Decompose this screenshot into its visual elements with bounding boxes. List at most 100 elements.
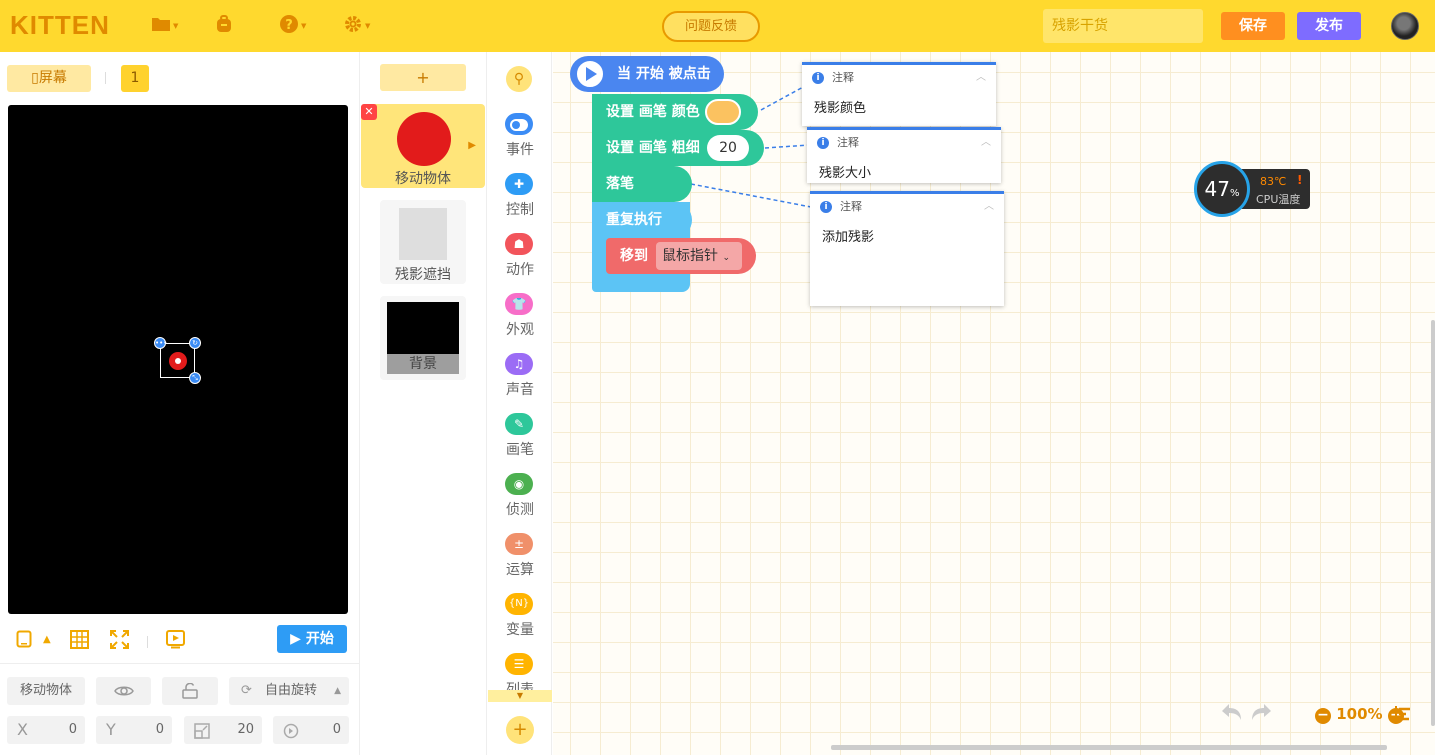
info-icon: i [820,201,832,213]
collapse-icon[interactable]: ︿ [984,194,994,220]
rotate-icon: ⟳ [241,683,252,698]
sprite-props-row: 移动物体 ⟳ 自由旋转 ▲ [0,677,360,705]
project-name-input[interactable]: 残影干货 [1043,9,1203,43]
category-label: 声音 [506,382,534,398]
category-lists[interactable]: ☰ 列表 [488,653,552,693]
save-button[interactable]: 保存 [1221,12,1285,40]
code-workspace[interactable]: 重复执行 移到 鼠标指针 ⌄ 落笔 设置 画笔 粗细 20 设置 画笔 颜色 当… [553,52,1435,755]
comment-text[interactable]: 残影颜色 [802,91,996,122]
rotation-mode-select[interactable]: ⟳ 自由旋转 ▲ [229,677,349,705]
collapse-icon[interactable]: ︿ [981,130,991,156]
fullscreen-icon[interactable] [110,630,129,654]
red-ball-thumbnail [397,112,451,166]
play-icon: ▶ [290,631,301,647]
repeat-block[interactable]: 重复执行 [592,202,692,238]
red-ball-sprite[interactable] [169,352,187,370]
zoom-level: 100% [1336,705,1383,723]
screen-button[interactable]: ▯屏幕 [7,65,91,92]
delete-icon[interactable]: ✕ [361,104,377,120]
video-record-icon[interactable] [166,630,185,654]
comment-text[interactable]: 残影大小 [807,156,1001,187]
rotate-handle-icon[interactable]: ↻ [189,337,201,349]
list-icon: ☰ [505,653,533,675]
scroll-down-icon[interactable]: ▼ [488,690,552,702]
horizontal-scrollbar[interactable] [831,745,1387,750]
target-icon: ◉ [505,473,533,495]
size-icon [194,716,210,744]
screen-icon: ▯ [31,70,39,86]
svg-text:?: ? [285,18,293,33]
set-pen-width-block[interactable]: 设置 画笔 粗细 20 [592,130,764,166]
backpack-button[interactable] [215,14,233,38]
screen-page-number[interactable]: 1 [121,65,149,92]
visibility-toggle[interactable] [96,677,151,705]
unlock-icon [181,682,199,699]
resize-handle-icon[interactable]: ⤡ [189,372,201,384]
pen-color-swatch[interactable] [705,99,741,125]
caret-right-icon[interactable]: ▶ [468,140,476,151]
start-button[interactable]: ▶ 开始 [277,625,347,653]
device-icon[interactable] [16,630,32,653]
info-icon: i [817,137,829,149]
move-target-dropdown[interactable]: 鼠标指针 ⌄ [656,242,742,270]
y-value: 0 [155,722,164,737]
category-label: 运算 [506,562,534,578]
rotation-mode-label: 自由旋转 [265,683,318,698]
size-field[interactable]: 20 [184,716,262,744]
move-to-block[interactable]: 移到 鼠标指针 ⌄ [606,238,756,274]
sprite-item-background[interactable]: 背景 [380,296,466,380]
comment-header: i 注释 ︿ [807,130,1001,156]
cpu-monitor-widget[interactable]: 83℃ ! CPU温度 47% [1194,161,1310,217]
gear-icon [343,14,363,39]
sprite-name: 移动物体 [395,171,451,187]
align-blocks-icon[interactable] [1394,704,1412,728]
more-handle-icon[interactable]: ••• [154,337,167,349]
divider [105,72,106,84]
category-label: 事件 [506,142,534,158]
x-value: 0 [68,722,77,737]
user-avatar[interactable] [1391,12,1419,40]
sprite-name-field[interactable]: 移动物体 [7,677,85,705]
feedback-button[interactable]: 问题反馈 [662,11,760,42]
pen-down-block[interactable]: 落笔 [592,166,692,202]
toggle-icon [505,113,533,135]
redo-icon[interactable] [1251,702,1273,726]
folder-icon [151,16,171,37]
x-field[interactable]: X 0 [7,716,85,744]
grid-icon[interactable] [70,630,89,654]
category-label: 画笔 [506,442,534,458]
comment-add-afterimage[interactable]: i 注释 ︿ 添加残影 [810,191,1004,306]
comment-title: 注释 [837,136,859,149]
category-label: 侦测 [506,502,534,518]
direction-field[interactable]: 0 [273,716,349,744]
settings-menu-button[interactable]: ▼ [343,14,370,38]
move-to-label: 移到 [620,248,648,264]
caret-up-icon[interactable]: ▲ [43,634,51,645]
publish-button[interactable]: 发布 [1297,12,1361,40]
selected-sprite[interactable]: ••• ↻ ⤡ [154,337,201,384]
add-extension-button[interactable]: + [506,716,534,744]
help-menu-button[interactable]: ? ▼ [279,14,306,38]
eye-icon [113,683,134,698]
collapse-icon[interactable]: ︿ [976,65,986,91]
pen-width-input[interactable]: 20 [707,135,749,161]
caret-up-icon: ▲ [334,686,341,696]
set-pen-color-block[interactable]: 设置 画笔 颜色 [592,94,758,130]
sprite-item-moving-object[interactable]: ✕ ▶ 移动物体 [361,104,485,188]
file-menu-button[interactable]: ▼ [151,14,178,38]
comment-pen-width[interactable]: i 注释 ︿ 残影大小 [807,127,1001,183]
stage-canvas[interactable]: ••• ↻ ⤡ [8,105,348,614]
screen-label: 屏幕 [38,70,67,86]
vertical-scrollbar[interactable] [1431,320,1435,726]
sprite-list: + ✕ ▶ 移动物体 残影遮挡 背景 [361,52,487,755]
category-label: 控制 [506,202,534,218]
lock-toggle[interactable] [162,677,218,705]
comment-pen-color[interactable]: i 注释 ︿ 残影颜色 [802,62,996,126]
app-logo[interactable]: KITTEN [10,10,110,41]
sprite-item-afterimage-mask[interactable]: 残影遮挡 [380,200,466,284]
comment-text[interactable]: 添加残影 [810,220,1004,251]
zoom-out-icon[interactable]: − [1315,708,1331,724]
y-field[interactable]: Y 0 [96,716,172,744]
add-sprite-button[interactable]: + [380,64,466,91]
undo-icon[interactable] [1220,702,1242,726]
